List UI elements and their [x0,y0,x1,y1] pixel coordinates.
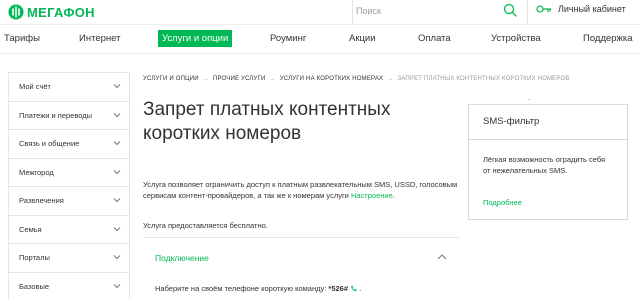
divider [527,0,528,24]
sidebar-item-label: Мой счёт [19,82,51,91]
service-description: Услуга позволяет ограничить доступ к пла… [143,179,463,201]
sidebar-item-label: Порталы [19,253,50,262]
search-input[interactable] [356,2,496,20]
ussd-code: *526# [328,284,349,293]
connection-accordion-toggle[interactable]: Подключение [143,238,459,276]
main-nav: Тарифы Интернет Услуги и опции Роуминг А… [0,24,640,54]
divider [352,0,353,24]
chevron-down-icon [113,283,121,288]
card-title: SMS-фильтр [483,116,540,127]
description-text: Услуга позволяет ограничить доступ к пла… [143,180,458,200]
search-icon[interactable] [503,3,517,17]
chevron-down-icon [113,226,121,231]
sidebar-item-intercity[interactable]: Межгород [9,159,129,187]
sidebar-item-label: Платежи и переводы [19,110,93,120]
breadcrumb-arrow-icon: → [387,76,394,82]
instruction-end: . [357,284,362,293]
breadcrumb-item[interactable]: Прочие услуги [213,76,266,82]
sidebar-item-payments[interactable]: Платежи и переводы [9,102,129,130]
accordion-title: Подключение [155,253,209,263]
sidebar-item-label: Межгород [19,167,54,177]
chevron-up-icon [437,254,447,260]
nav-item-internet[interactable]: Интернет [79,33,120,44]
top-header: МЕГАФОН Личный кабинет [0,0,640,24]
sms-filter-card: SMS-фильтр Лёгкая возможность оградить с… [468,104,628,220]
breadcrumb-current: Запрет платных контентных коротких номер… [397,76,570,82]
sidebar-item-label: Семья [19,224,42,234]
free-notice: Услуга предоставляется бесплатно. [143,221,268,230]
sidebar-item-family[interactable]: Семья [9,216,129,244]
chevron-down-icon [113,169,121,174]
cabinet-label: Личный кабинет [558,4,626,14]
sidebar-item-my-account[interactable]: Мой счёт [9,73,129,102]
instruction-text: Наберите на своём телефоне короткую кома… [155,284,329,293]
logo[interactable]: МЕГАФОН [8,3,95,21]
chevron-down-icon [113,141,121,146]
nav-item-tariffs[interactable]: Тарифы [4,33,40,44]
nav-item-services[interactable]: Услуги и опции [158,30,233,47]
sidebar-item-label: Развлечения [19,196,64,205]
chevron-down-icon [113,84,121,89]
divider [469,139,627,140]
sidebar-item-entertainment[interactable]: Развлечения [9,187,129,216]
more-link-period: . [528,93,531,102]
nastroenie-link[interactable]: Настроение [351,191,393,200]
sidebar-item-basic[interactable]: Базовые [9,273,129,299]
sidebar-item-portals[interactable]: Порталы [9,244,129,273]
breadcrumb-item[interactable]: Услуги и опции [143,76,199,82]
chevron-down-icon [113,198,121,203]
card-text: Лёгкая возможность оградить себя от неже… [483,155,606,175]
breadcrumb-item[interactable]: Услуги на коротких номерах [280,76,384,82]
sidebar-item-communication[interactable]: Связь и общение [9,130,129,159]
page-title: Запрет платных контентных коротких номер… [143,99,391,144]
nav-item-roaming[interactable]: Роуминг [270,33,306,44]
description-end: . [392,191,395,200]
sidebar: Мой счёт Платежи и переводы Связь и обще… [8,72,130,299]
logo-text: МЕГАФОН [27,4,95,20]
chevron-down-icon [113,255,121,260]
nav-item-devices[interactable]: Устройства [491,33,541,44]
breadcrumb-arrow-icon: → [202,76,209,82]
nav-item-payment[interactable]: Оплата [418,33,451,44]
megafon-logo-icon [8,4,24,20]
sidebar-item-label: Связь и общение [19,139,80,148]
personal-cabinet-link[interactable]: Личный кабинет [536,4,626,14]
chevron-down-icon [113,112,121,117]
nav-item-promotions[interactable]: Акции [349,33,376,44]
breadcrumb: Услуги и опции → Прочие услуги → Услуги на к… [143,76,570,82]
nav-item-support[interactable]: Поддержка [583,33,633,44]
more-link[interactable]: Подробнее [483,198,522,207]
breadcrumb-arrow-icon: → [269,76,276,82]
key-icon [536,5,551,13]
sidebar-item-label: Базовые [19,281,50,291]
accordion-body: Наберите на своём телефоне короткую кома… [155,284,361,293]
